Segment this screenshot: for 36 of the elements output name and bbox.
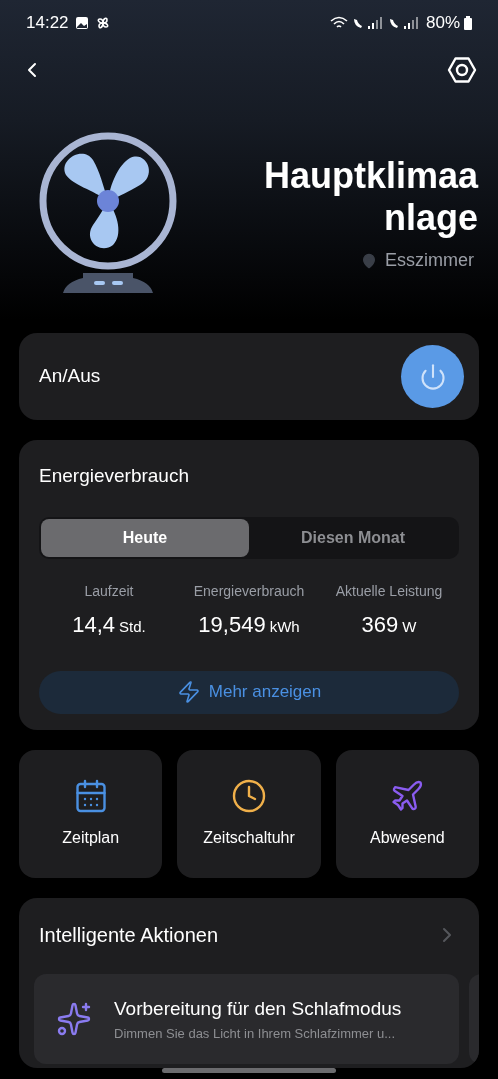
smart-actions-title: Intelligente Aktionen bbox=[39, 923, 219, 948]
stat-label: Aktuelle Leistung bbox=[335, 581, 443, 601]
stat-unit: Std. bbox=[119, 616, 146, 637]
show-more-button[interactable]: Mehr anzeigen bbox=[39, 670, 459, 714]
location-label: Esszimmer bbox=[385, 249, 474, 272]
power-label: An/Aus bbox=[39, 364, 101, 389]
settings-button[interactable] bbox=[446, 54, 478, 86]
settings-icon bbox=[447, 55, 477, 85]
battery-icon bbox=[464, 15, 472, 30]
device-name: Hauptklimaanlage bbox=[263, 155, 478, 239]
wifi-icon bbox=[329, 15, 348, 30]
signal-icon bbox=[351, 15, 384, 30]
feature-tile[interactable]: Abwesend bbox=[335, 750, 479, 878]
action-title: Vorbereitung für den Schlafmodus bbox=[114, 997, 402, 1021]
signal-icon bbox=[387, 15, 420, 30]
clock-icon bbox=[231, 778, 267, 814]
action-description: Dimmen Sie das Licht in Ihrem Schlafzimmer u... bbox=[114, 1024, 397, 1043]
energy-title: Energieverbrauch bbox=[39, 464, 190, 488]
gallery-icon bbox=[74, 15, 89, 30]
stat-value: 14,4 bbox=[72, 610, 116, 639]
feature-tile[interactable]: Zeitschaltuhr bbox=[177, 750, 321, 878]
stat-value: 19,549 bbox=[198, 610, 266, 639]
period-tab[interactable]: Heute bbox=[41, 518, 249, 557]
stat-label: Laufzeit bbox=[84, 581, 134, 601]
stat-unit: W bbox=[402, 616, 417, 637]
period-tab[interactable]: Diesen Monat bbox=[249, 518, 457, 557]
action-card[interactable]: Vorbereitung für den Schlafmodus Dimmen Sie das Licht in Ihrem Schlafzimmer u... bbox=[34, 974, 459, 1064]
lightning-icon bbox=[176, 680, 201, 704]
sparkles-icon bbox=[56, 1001, 92, 1037]
feature-tile[interactable]: Zeitplan bbox=[19, 750, 163, 878]
stat-label: Energieverbrauch bbox=[193, 581, 305, 601]
status-time: 14:22 bbox=[26, 11, 69, 34]
stat-value: 369 bbox=[361, 610, 399, 639]
stat-unit: kWh bbox=[269, 616, 300, 637]
battery-percent: 80% bbox=[425, 11, 460, 34]
location-pin-icon bbox=[361, 252, 377, 269]
